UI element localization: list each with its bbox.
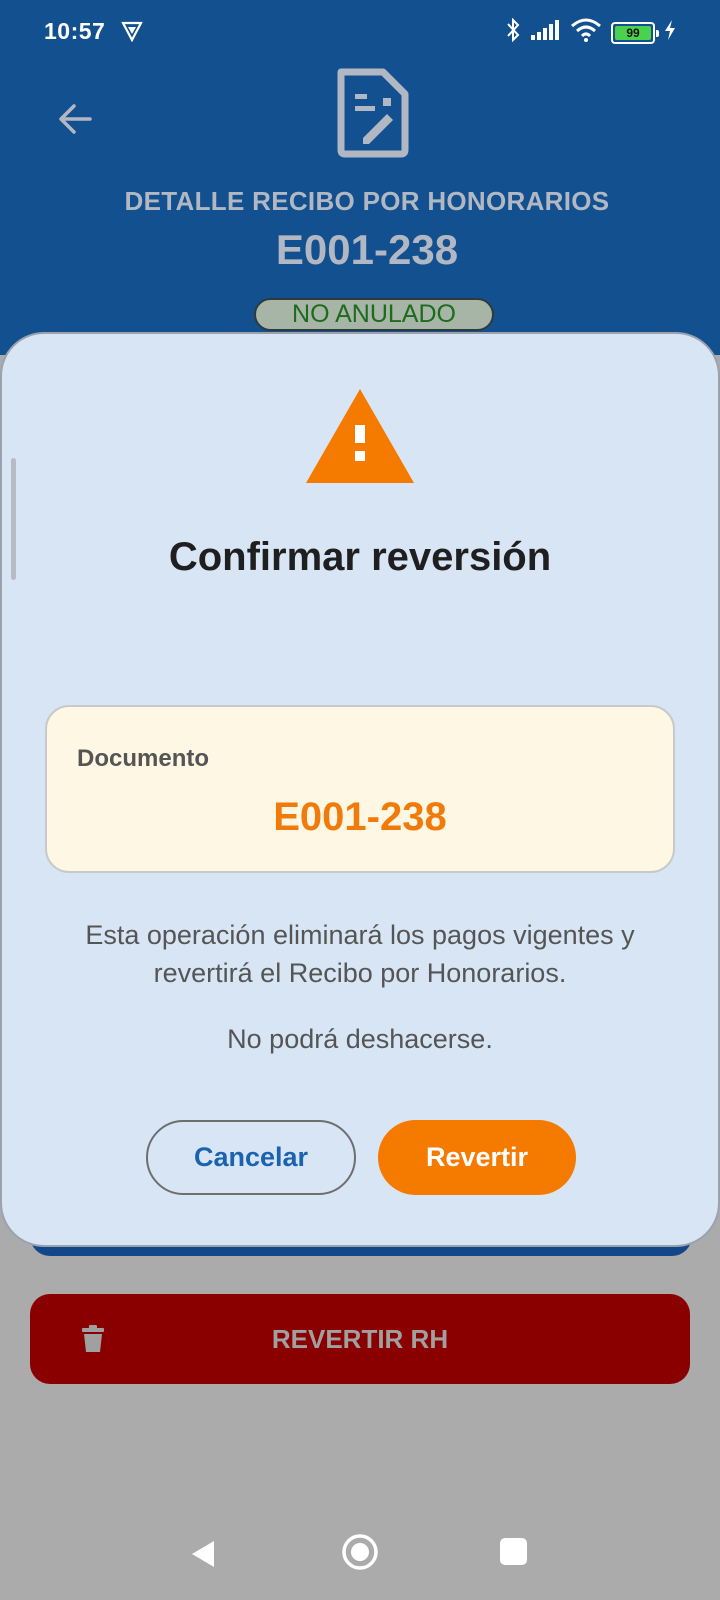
document-value: E001-238 xyxy=(273,795,447,839)
revert-confirm-button[interactable]: Revertir xyxy=(378,1120,576,1195)
dialog-message-line2: revertirá el Recibo por Honorarios. xyxy=(153,958,567,988)
cancel-button[interactable]: Cancelar xyxy=(146,1120,356,1195)
document-edit-icon xyxy=(335,68,411,163)
system-nav-bar xyxy=(0,1510,720,1600)
signal-icon xyxy=(531,20,561,45)
status-time: 10:57 xyxy=(44,18,106,44)
battery-icon: 99 xyxy=(611,21,659,44)
battery-level: 99 xyxy=(615,25,651,40)
page-title: DETALLE RECIBO POR HONORARIOS xyxy=(124,186,610,216)
status-badge: NO ANULADO xyxy=(254,298,494,331)
dialog-message: Esta operación eliminará los pagos vigen… xyxy=(0,916,720,992)
trash-icon xyxy=(82,1325,104,1360)
status-bar: 10:57 99 xyxy=(0,0,720,64)
nav-recents-icon[interactable] xyxy=(500,1538,527,1565)
warning-icon xyxy=(304,387,416,490)
nav-back-icon[interactable] xyxy=(190,1539,216,1574)
dialog-title: Confirmar reversión xyxy=(168,535,552,579)
revert-rh-label: REVERTIR RH xyxy=(271,1323,449,1354)
dialog-message-line1: Esta operación eliminará los pagos vigen… xyxy=(85,920,635,950)
document-number: E001-238 xyxy=(275,226,459,273)
charging-bolt-icon xyxy=(664,20,676,45)
document-label: Documento xyxy=(77,745,209,772)
status-icons: 99 xyxy=(504,17,676,47)
app-header: 10:57 99 DETALLE RECIBO POR HONORARIOS E… xyxy=(0,0,720,355)
dialog-note: No podrá deshacerse. xyxy=(227,1024,493,1054)
wifi-icon xyxy=(570,18,602,47)
revert-rh-button[interactable]: REVERTIR RH xyxy=(30,1294,690,1384)
bluetooth-icon xyxy=(504,17,522,47)
back-arrow-icon[interactable] xyxy=(52,96,98,147)
nav-home-icon[interactable] xyxy=(340,1532,380,1577)
vpn-shield-icon xyxy=(121,20,143,47)
document-card: Documento E001-238 xyxy=(45,705,675,873)
